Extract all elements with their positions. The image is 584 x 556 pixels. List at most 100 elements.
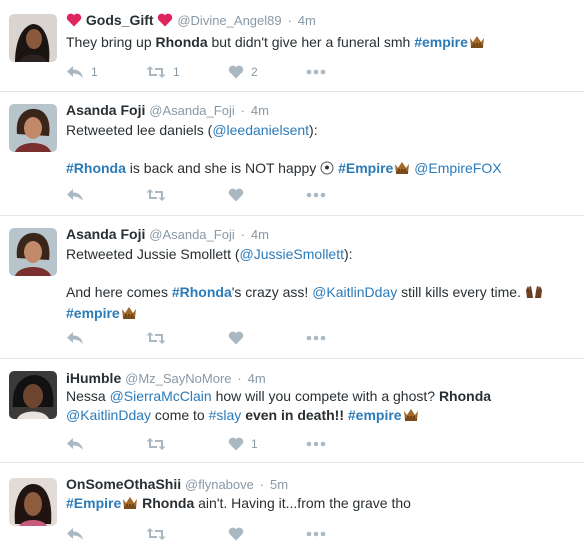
avatar[interactable]	[9, 228, 57, 276]
retweet-button[interactable]	[146, 187, 173, 203]
user-handle[interactable]: @flynabove	[185, 477, 254, 492]
separator-dot: ·	[237, 371, 242, 386]
text-run-bold: Rhonda	[138, 495, 195, 511]
like-button[interactable]	[228, 526, 251, 542]
retweet-icon	[146, 527, 166, 541]
display-name[interactable]: Asanda Foji	[66, 102, 145, 118]
retweet-icon	[146, 331, 166, 345]
reply-button[interactable]	[66, 330, 91, 346]
more-button[interactable]	[306, 187, 326, 203]
text-run: come to	[151, 407, 209, 423]
avatar[interactable]	[9, 14, 57, 62]
user-handle[interactable]: @Asanda_Foji	[149, 227, 234, 242]
separator-dot: ·	[240, 103, 245, 118]
timestamp[interactable]: 4m	[251, 227, 269, 242]
user-handle[interactable]: @Mz_SayNoMore	[125, 371, 231, 386]
reply-icon	[66, 331, 84, 345]
soccer-ball-emoji-icon	[320, 161, 334, 180]
reply-icon	[66, 437, 84, 451]
tweet-item[interactable]: Asanda Foji @Asanda_Foji · 4m Retweeted …	[0, 92, 584, 216]
heart-emoji-icon	[66, 13, 82, 30]
more-dots-icon	[306, 69, 326, 75]
reply-icon	[66, 188, 84, 202]
timestamp[interactable]: 4m	[248, 371, 266, 386]
mention-link[interactable]: @EmpireFOX	[414, 160, 501, 176]
hashtag-link[interactable]: #empire	[66, 305, 120, 321]
reply-count: 1	[91, 65, 98, 79]
separator-dot: ·	[240, 227, 245, 242]
like-button[interactable]	[228, 330, 251, 346]
like-button[interactable]: 1	[228, 436, 258, 452]
hashtag-link[interactable]: #Empire	[338, 160, 393, 176]
display-name[interactable]: iHumble	[66, 370, 121, 386]
timestamp[interactable]: 4m	[251, 103, 269, 118]
text-run: 's crazy ass!	[231, 284, 313, 300]
more-button[interactable]	[306, 436, 326, 452]
hashtag-link[interactable]: #Rhonda	[66, 160, 126, 176]
hashtag-link[interactable]: #slay	[209, 407, 242, 423]
reply-button[interactable]	[66, 187, 91, 203]
display-name[interactable]: Asanda Foji	[66, 226, 145, 242]
more-button[interactable]	[306, 64, 326, 80]
display-name[interactable]: Gods_Gift	[86, 12, 154, 28]
mention-link[interactable]: @SierraMcClain	[110, 388, 212, 404]
hashtag-link[interactable]: #Rhonda	[172, 284, 232, 300]
tweet-text: They bring up Rhonda but didn't give her…	[66, 33, 566, 54]
more-button[interactable]	[306, 526, 326, 542]
text-run: ):	[309, 122, 318, 138]
heart-icon	[228, 437, 244, 451]
tweet-item[interactable]: iHumble @Mz_SayNoMore · 4m Nessa @Sierra…	[0, 359, 584, 463]
tweet-feed: Gods_Gift @Divine_Angel89 · 4m They brin…	[0, 0, 584, 556]
retweet-button[interactable]	[146, 436, 173, 452]
heart-icon	[228, 65, 244, 79]
raised-hands-emoji-icon	[525, 284, 543, 304]
user-handle[interactable]: @Divine_Angel89	[177, 13, 281, 28]
hashtag-link[interactable]: #Empire	[66, 495, 121, 511]
heart-icon	[228, 527, 244, 541]
retweet-button[interactable]	[146, 330, 173, 346]
more-dots-icon	[306, 335, 326, 341]
timestamp[interactable]: 5m	[270, 477, 288, 492]
avatar[interactable]	[9, 104, 57, 152]
text-run: is back and she is NOT happy	[125, 160, 321, 176]
tweet-item[interactable]: Gods_Gift @Divine_Angel89 · 4m They brin…	[0, 0, 584, 92]
like-count: 2	[251, 65, 258, 79]
more-dots-icon	[306, 441, 326, 447]
text-run: still kills every time.	[397, 284, 525, 300]
text-run-bold: Rhonda	[155, 34, 208, 50]
text-run: but didn't give her a funeral smh	[207, 34, 415, 50]
text-run: how will you compete with a ghost?	[211, 388, 439, 404]
more-button[interactable]	[306, 330, 326, 346]
tweet-text: Nessa @SierraMcClain how will you compet…	[66, 387, 566, 427]
display-name[interactable]: OnSomeOthaShii	[66, 476, 181, 492]
text-run: Nessa	[66, 388, 110, 404]
more-dots-icon	[306, 531, 326, 537]
like-button[interactable]: 2	[228, 64, 258, 80]
tweet-item[interactable]: OnSomeOthaShii @flynabove · 5m #Empire R…	[0, 463, 584, 556]
like-count: 1	[251, 437, 258, 451]
timestamp[interactable]: 4m	[298, 13, 316, 28]
retweet-icon	[146, 188, 166, 202]
reply-button[interactable]	[66, 436, 91, 452]
mention-link[interactable]: @leedanielsent	[212, 122, 309, 138]
tweet-item[interactable]: Asanda Foji @Asanda_Foji · 4m Retweeted …	[0, 216, 584, 359]
mention-link[interactable]: @KaitlinDday	[66, 407, 151, 423]
hashtag-link[interactable]: #empire	[348, 407, 402, 423]
text-run: They bring up	[66, 34, 156, 50]
avatar[interactable]	[9, 371, 57, 419]
tweet-text: Retweeted lee daniels (@leedanielsent): …	[66, 121, 566, 180]
reply-button[interactable]	[66, 526, 91, 542]
retweet-button[interactable]	[146, 526, 173, 542]
mention-link[interactable]: @JussieSmollett	[240, 246, 344, 262]
reply-button[interactable]: 1	[66, 64, 98, 80]
retweet-button[interactable]: 1	[146, 64, 180, 80]
like-button[interactable]	[228, 187, 251, 203]
user-handle[interactable]: @Asanda_Foji	[149, 103, 234, 118]
avatar[interactable]	[9, 478, 57, 526]
retweet-count: 1	[173, 65, 180, 79]
separator-dot: ·	[259, 477, 265, 492]
mention-link[interactable]: @KaitlinDday	[312, 284, 397, 300]
tweet-text: #Empire Rhonda ain't. Having it...from t…	[66, 494, 566, 515]
tweet-header: Gods_Gift @Divine_Angel89 · 4m	[66, 12, 316, 30]
hashtag-link[interactable]: #empire	[414, 34, 468, 50]
